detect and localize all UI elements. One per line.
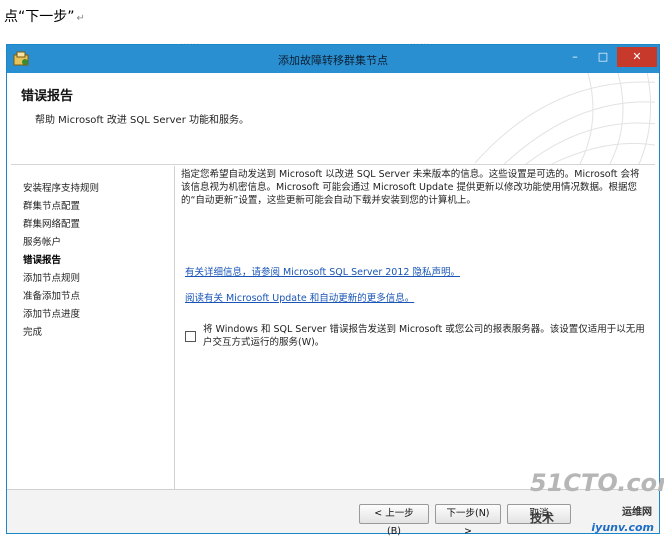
watermark-blog: 运维网 — [622, 507, 652, 518]
step-list: 安装程序支持规则 群集节点配置 群集网络配置 服务帐户 错误报告 添加节点规则 … — [23, 180, 99, 342]
wizard-window: 添加故障转移群集节点 – □ ✕ 错误报告 帮助 Microsoft 改进 SQ… — [6, 44, 660, 537]
minimize-icon[interactable]: – — [563, 47, 587, 67]
sidebar-step-error-reporting[interactable]: 错误报告 — [23, 252, 99, 270]
title-bar[interactable]: 添加故障转移群集节点 – □ ✕ — [7, 45, 659, 73]
page-subtitle: 帮助 Microsoft 改进 SQL Server 功能和服务。 — [35, 115, 249, 126]
watermark-tagline: 技术 — [530, 511, 555, 525]
sidebar-step-setup-support-rules[interactable]: 安装程序支持规则 — [23, 180, 99, 198]
window-title: 添加故障转移群集节点 — [278, 54, 388, 67]
sidebar-step-cluster-network-config[interactable]: 群集网络配置 — [23, 216, 99, 234]
close-icon[interactable]: ✕ — [617, 47, 657, 67]
sidebar-step-ready-to-add-node[interactable]: 准备添加节点 — [23, 288, 99, 306]
main-content: 指定您希望自动发送到 Microsoft 以改进 SQL Server 未来版本… — [181, 168, 645, 488]
sidebar-step-service-accounts[interactable]: 服务帐户 — [23, 234, 99, 252]
wizard-step-sidebar: 安装程序支持规则 群集节点配置 群集网络配置 服务帐户 错误报告 添加节点规则 … — [11, 166, 175, 491]
next-button[interactable]: 下一步(N) > — [435, 504, 501, 537]
decorative-mesh-icon — [474, 73, 655, 164]
error-report-checkbox-label[interactable]: 将 Windows 和 SQL Server 错误报告发送到 Microsoft… — [203, 323, 645, 349]
caption-text: 点“下一步” — [4, 9, 75, 25]
document-caption: 点“下一步” ↵ — [4, 6, 85, 26]
watermark-site-name: 51CTO.com — [530, 469, 664, 497]
back-button[interactable]: < 上一步(B) — [359, 504, 429, 537]
error-reporting-description: 指定您希望自动发送到 Microsoft 以改进 SQL Server 未来版本… — [181, 169, 640, 206]
page-title: 错误报告 — [21, 89, 74, 104]
sidebar-step-add-node-progress[interactable]: 添加节点进度 — [23, 306, 99, 324]
paragraph-mark: ↵ — [76, 13, 85, 24]
sidebar-step-complete[interactable]: 完成 — [23, 324, 99, 342]
privacy-statement-link[interactable]: 有关详细信息，请参阅 Microsoft SQL Server 2012 隐私声… — [185, 264, 460, 278]
microsoft-update-link[interactable]: 阅读有关 Microsoft Update 和自动更新的更多信息。 — [185, 290, 414, 304]
sidebar-step-add-node-rules[interactable]: 添加节点规则 — [23, 270, 99, 288]
site-watermark: 51CTO.com 技术 运维网 iyunv.com — [506, 469, 664, 539]
maximize-icon[interactable]: □ — [591, 47, 615, 67]
watermark-url: iyunv.com — [591, 521, 654, 534]
sidebar-step-cluster-node-config[interactable]: 群集节点配置 — [23, 198, 99, 216]
page-header: 错误报告 帮助 Microsoft 改进 SQL Server 功能和服务。 — [11, 73, 655, 165]
error-report-checkbox[interactable] — [185, 331, 196, 342]
